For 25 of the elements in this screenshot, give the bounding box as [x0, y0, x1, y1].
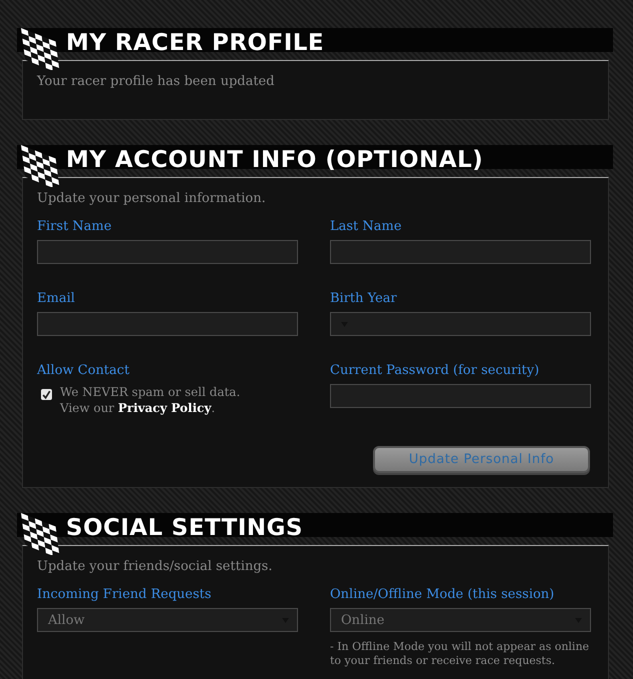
section-title: MY ACCOUNT INFO (OPTIONAL) — [66, 146, 484, 175]
consent-text: We NEVER spam or sell data. View our Privacy Policy. — [60, 384, 240, 416]
dropdown[interactable]: Online — [330, 608, 591, 632]
help-text: - In Offline Mode you will not appear as online to your friends or receive race requests. — [330, 640, 590, 668]
input-field[interactable] — [330, 240, 591, 264]
status-message: Your racer profile has been updated — [37, 73, 276, 91]
password-field[interactable] — [330, 384, 591, 408]
field-label: Last Name — [330, 218, 403, 236]
privacy-policy-link[interactable]: Privacy Policy — [118, 401, 212, 415]
section-title: MY RACER PROFILE — [66, 29, 324, 58]
field-label: Birth Year — [330, 290, 398, 308]
section-title: SOCIAL SETTINGS — [66, 514, 303, 543]
input-field[interactable] — [37, 312, 298, 336]
section-intro: Update your personal information. — [37, 190, 267, 208]
dropdown[interactable]: Allow — [37, 608, 298, 632]
field-label: Incoming Friend Requests — [37, 586, 212, 604]
field-label: Current Password (for security) — [330, 362, 540, 380]
field-label: Online/Offline Mode (this session) — [330, 586, 556, 604]
field-label: Allow Contact — [37, 362, 130, 380]
section-intro: Update your friends/social settings. — [37, 558, 274, 576]
checkbox[interactable] — [41, 389, 52, 400]
input-field[interactable] — [37, 240, 298, 264]
field-label: Email — [37, 290, 76, 308]
dropdown[interactable] — [330, 312, 591, 336]
field-label: First Name — [37, 218, 113, 236]
